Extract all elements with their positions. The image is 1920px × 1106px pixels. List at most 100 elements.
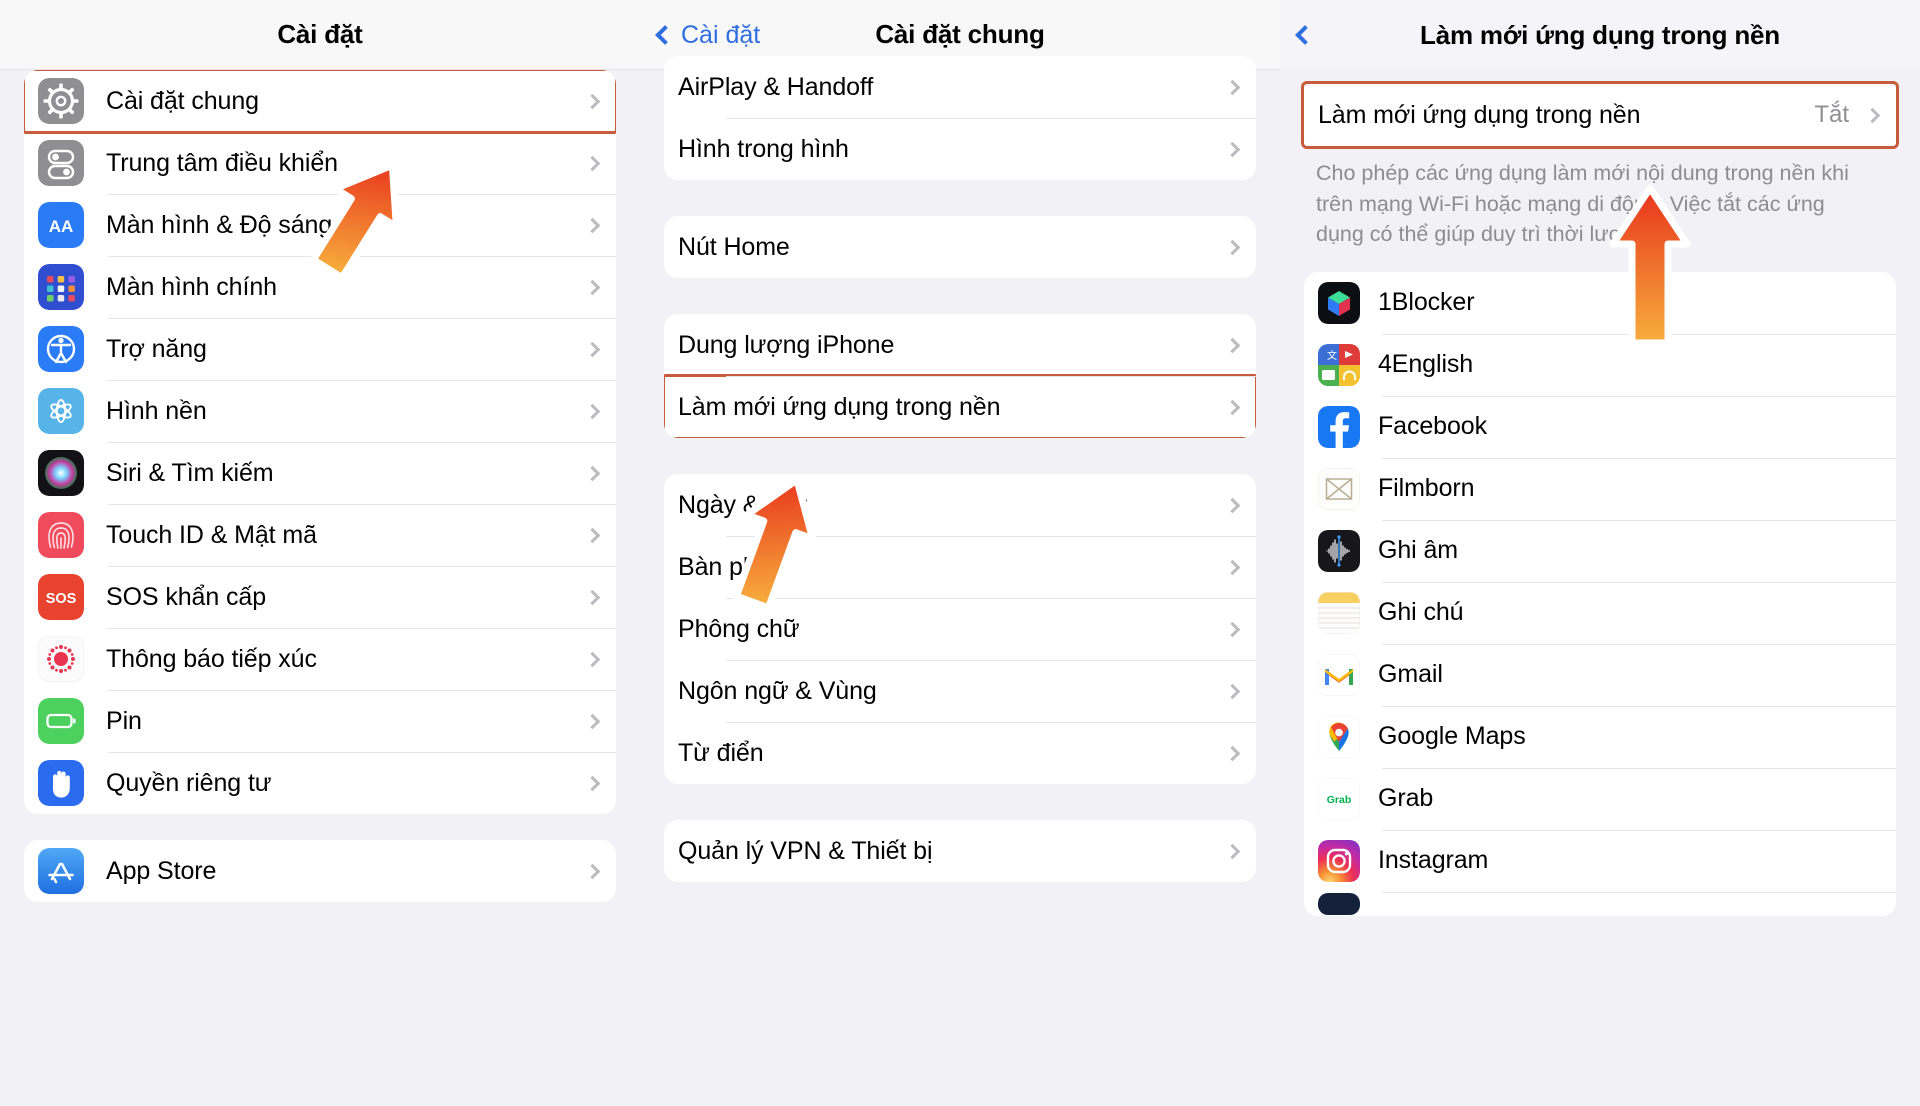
chevron-right-icon bbox=[1224, 559, 1241, 575]
panel2-scroll-area[interactable]: AirPlay & Handoff Hình trong hình Nút Ho… bbox=[640, 56, 1280, 1092]
chevron-right-icon bbox=[1224, 399, 1241, 415]
general-group-vpn: Quản lý VPN & Thiết bị bbox=[664, 820, 1256, 882]
panel1-scroll-area[interactable]: Cài đặt chung Trung tâm điều khiển AA Mà… bbox=[0, 70, 640, 1106]
settings-row-siri-search[interactable]: Siri & Tìm kiếm bbox=[24, 442, 616, 504]
app-label: 1Blocker bbox=[1378, 288, 1475, 317]
svg-text:Grab: Grab bbox=[1327, 794, 1352, 806]
general-row-label: Ngày & Giờ bbox=[678, 490, 808, 519]
chevron-right-icon bbox=[1224, 683, 1241, 699]
app-row-1blocker[interactable]: 1Blocker bbox=[1304, 272, 1896, 334]
app-row-grab[interactable]: Grab Grab bbox=[1304, 767, 1896, 830]
general-row-fonts[interactable]: Phông chữ bbox=[664, 598, 1256, 660]
settings-row-emergency-sos[interactable]: SOS SOS khẩn cấp bbox=[24, 566, 616, 628]
settings-row-label: Thông báo tiếp xúc bbox=[106, 644, 317, 673]
app-row-instagram[interactable]: Instagram bbox=[1304, 829, 1896, 892]
chevron-right-icon bbox=[1224, 141, 1241, 157]
chevron-right-icon bbox=[584, 713, 601, 729]
chevron-right-icon bbox=[1224, 79, 1241, 95]
app-row-partial[interactable] bbox=[1304, 891, 1896, 916]
settings-row-exposure-notifications[interactable]: Thông báo tiếp xúc bbox=[24, 628, 616, 690]
app-label: Grab bbox=[1378, 784, 1434, 813]
home-screen-icon bbox=[38, 264, 84, 310]
app-label: Facebook bbox=[1378, 412, 1487, 441]
settings-row-label: Trợ năng bbox=[106, 334, 207, 363]
general-row-picture-in-picture[interactable]: Hình trong hình bbox=[664, 118, 1256, 180]
app-store-icon bbox=[38, 848, 84, 894]
panel3-scroll-area[interactable]: Làm mới ứng dụng trong nền Tắt Cho phép … bbox=[1280, 70, 1920, 1106]
svg-text:文: 文 bbox=[1327, 349, 1337, 362]
general-row-background-app-refresh[interactable]: Làm mới ứng dụng trong nền bbox=[664, 374, 1256, 438]
settings-row-touch-id[interactable]: Touch ID & Mật mã bbox=[24, 504, 616, 566]
general-row-airplay-handoff[interactable]: AirPlay & Handoff bbox=[664, 56, 1256, 118]
general-group-home-button: Nút Home bbox=[664, 216, 1256, 278]
background-refresh-toggle-row[interactable]: Làm mới ứng dụng trong nền Tắt bbox=[1304, 84, 1896, 146]
app-label: Google Maps bbox=[1378, 722, 1526, 751]
chevron-right-icon bbox=[584, 403, 601, 419]
chevron-right-icon bbox=[584, 217, 601, 233]
chevron-right-icon bbox=[584, 651, 601, 667]
sos-icon: SOS bbox=[38, 574, 84, 620]
chevron-left-icon bbox=[1295, 25, 1315, 45]
panel3-navbar: Làm mới ứng dụng trong nền bbox=[1280, 0, 1920, 70]
general-row-vpn-device-management[interactable]: Quản lý VPN & Thiết bị bbox=[664, 820, 1256, 882]
battery-icon bbox=[38, 698, 84, 744]
app-row-voice-memos[interactable]: Ghi âm bbox=[1304, 519, 1896, 582]
back-button-general[interactable] bbox=[1295, 0, 1316, 70]
chevron-right-icon bbox=[1224, 621, 1241, 637]
general-row-label: Ngôn ngữ & Vùng bbox=[678, 676, 877, 705]
background-refresh-value: Tắt bbox=[1814, 101, 1849, 128]
general-row-dictionary[interactable]: Từ điển bbox=[664, 722, 1256, 784]
settings-row-control-center[interactable]: Trung tâm điều khiển bbox=[24, 132, 616, 194]
background-refresh-toggle-group: Làm mới ứng dụng trong nền Tắt bbox=[1301, 81, 1899, 149]
settings-row-label: Hình nền bbox=[106, 396, 207, 425]
chevron-right-icon bbox=[584, 589, 601, 605]
svg-text:AA: AA bbox=[49, 217, 74, 236]
general-row-keyboard[interactable]: Bàn phím bbox=[664, 536, 1256, 598]
privacy-hand-icon bbox=[38, 760, 84, 806]
settings-row-display-brightness[interactable]: AA Màn hình & Độ sáng bbox=[24, 194, 616, 256]
background-app-refresh-panel: Làm mới ứng dụng trong nền Làm mới ứng d… bbox=[1280, 0, 1920, 1106]
app-row-google-maps[interactable]: Google Maps bbox=[1304, 705, 1896, 768]
settings-row-app-store[interactable]: App Store bbox=[24, 840, 616, 902]
general-row-home-button[interactable]: Nút Home bbox=[664, 216, 1256, 278]
notes-icon bbox=[1318, 591, 1360, 634]
settings-row-home-screen[interactable]: Màn hình chính bbox=[24, 256, 616, 318]
app-row-filmborn[interactable]: Filmborn bbox=[1304, 457, 1896, 520]
app-row-gmail[interactable]: Gmail bbox=[1304, 643, 1896, 706]
chevron-right-icon bbox=[1224, 239, 1241, 255]
panel2-title: Cài đặt chung bbox=[875, 19, 1045, 49]
settings-row-label: Quyền riêng tư bbox=[106, 768, 272, 797]
app-row-4english[interactable]: 文 4English bbox=[1304, 333, 1896, 396]
app-row-facebook[interactable]: Facebook bbox=[1304, 395, 1896, 458]
general-row-date-time[interactable]: Ngày & Giờ bbox=[664, 474, 1256, 536]
accessibility-icon bbox=[38, 326, 84, 372]
settings-row-wallpaper[interactable]: Hình nền bbox=[24, 380, 616, 442]
three-panel-screenshot: Cài đặt Cài đặt chung Trung tâm điều khi… bbox=[0, 0, 1920, 1106]
chevron-right-icon bbox=[1224, 337, 1241, 353]
settings-row-accessibility[interactable]: Trợ năng bbox=[24, 318, 616, 380]
svg-text:SOS: SOS bbox=[46, 591, 77, 607]
chevron-right-icon bbox=[1224, 843, 1241, 859]
settings-row-battery[interactable]: Pin bbox=[24, 690, 616, 752]
chevron-right-icon bbox=[584, 341, 601, 357]
general-row-iphone-storage[interactable]: Dung lượng iPhone bbox=[664, 314, 1256, 376]
exposure-notification-icon bbox=[38, 636, 84, 682]
settings-row-label: SOS khẩn cấp bbox=[106, 582, 267, 611]
app-label: 4English bbox=[1378, 350, 1474, 379]
settings-root-panel: Cài đặt Cài đặt chung Trung tâm điều khi… bbox=[0, 0, 640, 1106]
settings-row-privacy[interactable]: Quyền riêng tư bbox=[24, 752, 616, 814]
general-group-airplay: AirPlay & Handoff Hình trong hình bbox=[664, 56, 1256, 180]
general-row-language-region[interactable]: Ngôn ngữ & Vùng bbox=[664, 660, 1256, 722]
4english-icon: 文 bbox=[1318, 343, 1360, 386]
chevron-right-icon bbox=[1224, 745, 1241, 761]
general-row-label: Nút Home bbox=[678, 232, 790, 261]
general-row-label: Làm mới ứng dụng trong nền bbox=[678, 392, 1001, 421]
chevron-right-icon bbox=[584, 93, 601, 109]
app-label: Ghi chú bbox=[1378, 598, 1464, 627]
general-row-label: AirPlay & Handoff bbox=[678, 72, 874, 101]
app-row-notes[interactable]: Ghi chú bbox=[1304, 581, 1896, 644]
instagram-icon bbox=[1318, 839, 1360, 882]
settings-row-general[interactable]: Cài đặt chung bbox=[24, 70, 616, 134]
general-group-storage-refresh: Dung lượng iPhone Làm mới ứng dụng trong… bbox=[664, 314, 1256, 438]
facebook-icon bbox=[1318, 405, 1360, 448]
